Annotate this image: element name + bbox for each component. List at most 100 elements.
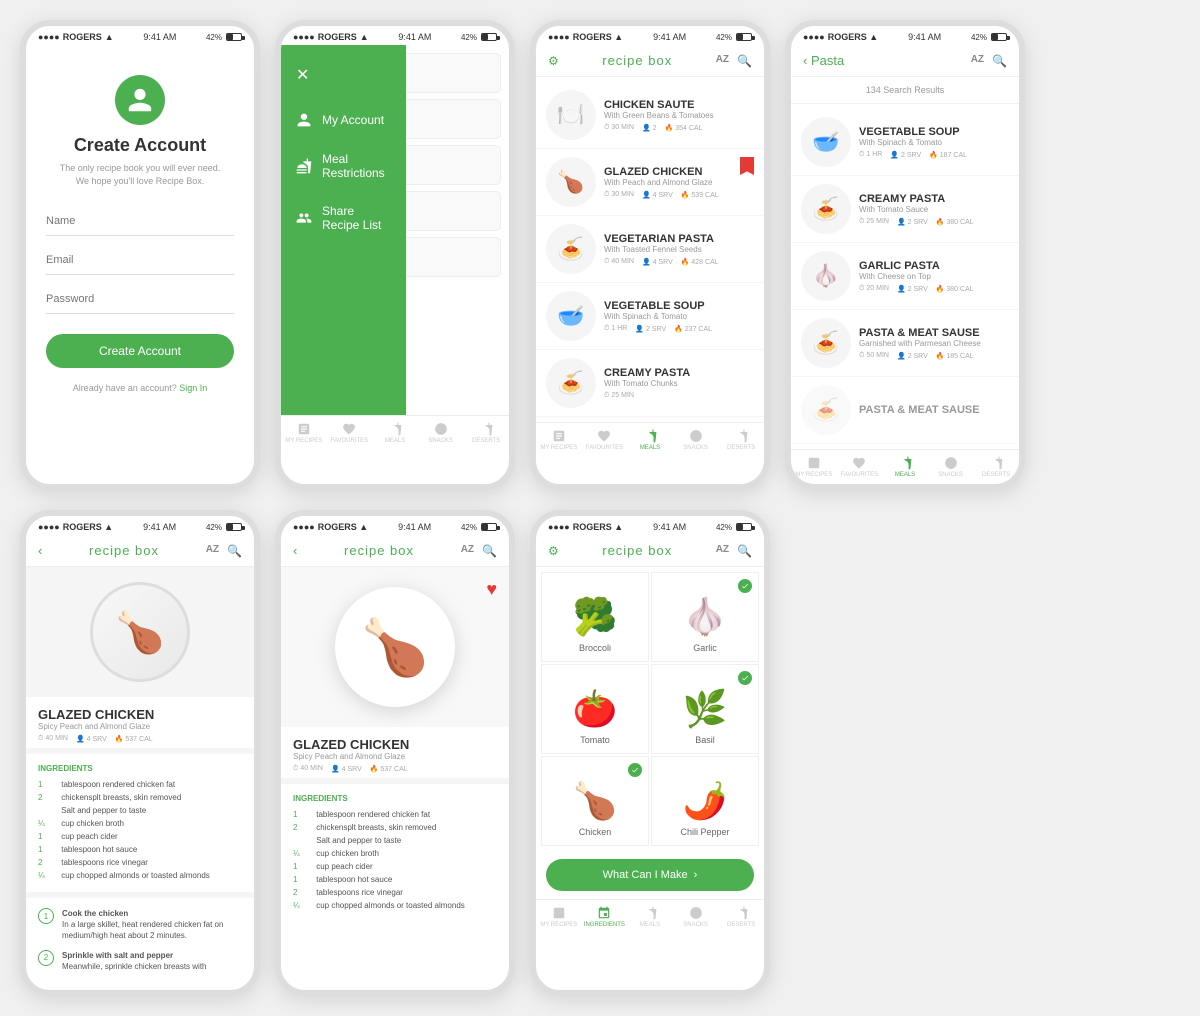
menu-item-meal-restrictions[interactable]: Meal Restrictions bbox=[281, 140, 406, 192]
s7-search-button[interactable]: 🔍 bbox=[737, 544, 752, 558]
basil-label: Basil bbox=[695, 735, 715, 745]
search-veg-soup[interactable]: 🥣 VEGETABLE SOUP With Spinach & Tomato ⏱… bbox=[791, 109, 1019, 176]
s7-app-header: ⚙ recipe box AZ 🔍 bbox=[536, 535, 764, 567]
s4-nav-meals[interactable]: MEALS bbox=[882, 450, 928, 484]
step-1-num: 1 bbox=[38, 908, 54, 924]
s6-search-button[interactable]: 🔍 bbox=[482, 544, 497, 558]
create-account-button[interactable]: Create Account bbox=[46, 334, 234, 368]
what-can-i-make-button[interactable]: What Can I Make › bbox=[546, 859, 754, 891]
s7-nav-deserts[interactable]: DESERTS bbox=[718, 900, 764, 934]
s6-sort-az-icon[interactable]: AZ bbox=[461, 544, 474, 558]
search-creamy-pasta-time: ⏱ 25 MIN bbox=[859, 218, 889, 226]
s7-app-logo: recipe box bbox=[559, 543, 716, 558]
broccoli-icon: 🥦 bbox=[573, 596, 618, 638]
name-input[interactable] bbox=[46, 207, 234, 236]
s7-nav-my-recipes[interactable]: MY RECIPES bbox=[536, 900, 582, 934]
favourite-heart-button[interactable]: ♥ bbox=[486, 579, 497, 600]
veg-soup-time: ⏱ 1 HR bbox=[604, 325, 627, 333]
s4-nav-snacks[interactable]: SNACKS bbox=[928, 450, 974, 484]
step-2: 2 Sprinkle with salt and pepperMeanwhile… bbox=[38, 950, 242, 972]
veg-soup-name: VEGETABLE SOUP bbox=[604, 300, 746, 312]
ingredient-chicken[interactable]: 🍗 Chicken bbox=[541, 756, 649, 846]
s7-battery-icon bbox=[736, 523, 752, 531]
s6-battery: 42% bbox=[461, 523, 497, 532]
chicken-saute-name: CHICKEN SAUTE bbox=[604, 99, 746, 111]
chicken-checkmark bbox=[628, 763, 642, 777]
s7-settings-icon[interactable]: ⚙ bbox=[548, 544, 559, 558]
s4-nav-favourites[interactable]: FAVOURITES bbox=[837, 450, 883, 484]
nav-deserts[interactable]: DESERTS bbox=[463, 416, 509, 450]
ingredient-5: 1 cup peach cider bbox=[38, 830, 242, 843]
ingredient-2: 2 chickensplt breasts, skin removed bbox=[38, 791, 242, 804]
glazed-chicken-cal: 🔥 539 CAL bbox=[681, 191, 719, 199]
screen-create-account: ●●●● ROGERS ▲ 9:41 AM 42% Create Account… bbox=[20, 20, 260, 490]
s4-sort-az-icon[interactable]: AZ bbox=[971, 54, 984, 68]
ingredients-label: INGREDIENTS bbox=[38, 764, 242, 773]
s3-nav-deserts[interactable]: DESERTS bbox=[718, 423, 764, 457]
person-icon bbox=[296, 112, 312, 128]
s4-nav-my-recipes[interactable]: MY RECIPES bbox=[791, 450, 837, 484]
chicken-saute-info: CHICKEN SAUTE With Green Beans & Tomatoe… bbox=[596, 99, 754, 132]
menu-item-my-account[interactable]: My Account bbox=[281, 100, 406, 140]
search-veg-soup-time: ⏱ 1 HR bbox=[859, 151, 882, 159]
s3-nav-meals[interactable]: MEALS bbox=[627, 423, 673, 457]
search-veg-soup-sub: With Spinach & Tomato bbox=[859, 138, 1001, 147]
s5-search-button[interactable]: 🔍 bbox=[227, 544, 242, 558]
s7-nav-meals[interactable]: MEALS bbox=[627, 900, 673, 934]
chicken-saute-time: ⏱ 30 MIN bbox=[604, 124, 634, 132]
search-pasta-meat[interactable]: 🍝 PASTA & MEAT SAUSE Garnished with Parm… bbox=[791, 310, 1019, 377]
s7-nav-snacks[interactable]: SNACKS bbox=[673, 900, 719, 934]
glazed-chicken-name: GLAZED CHICKEN bbox=[604, 166, 746, 178]
s3-nav-meals-label: MEALS bbox=[640, 445, 660, 451]
garlic-label: Garlic bbox=[693, 643, 717, 653]
s3-nav-snacks[interactable]: SNACKS bbox=[673, 423, 719, 457]
nav-snacks[interactable]: SNACKS bbox=[418, 416, 464, 450]
search-pasta-meat2[interactable]: 🍝 PASTA & MEAT SAUSE bbox=[791, 377, 1019, 444]
status-bar-7: ●●●● ROGERS ▲ 9:41 AM 42% bbox=[536, 516, 764, 535]
s7-sort-az-icon[interactable]: AZ bbox=[716, 544, 729, 558]
menu-close-button[interactable]: ✕ bbox=[281, 60, 406, 100]
email-input[interactable] bbox=[46, 246, 234, 275]
search-veg-soup-thumb: 🥣 bbox=[801, 117, 851, 167]
search-creamy-pasta[interactable]: 🍝 CREAMY PASTA With Tomato Sauce ⏱ 25 MI… bbox=[791, 176, 1019, 243]
s4-search-button[interactable]: 🔍 bbox=[992, 54, 1007, 68]
settings-icon[interactable]: ⚙ bbox=[548, 54, 559, 68]
ingredient-chili[interactable]: 🌶️ Chili Pepper bbox=[651, 756, 759, 846]
signin-link[interactable]: Sign In bbox=[179, 383, 207, 393]
ingredient-broccoli[interactable]: 🥦 Broccoli bbox=[541, 572, 649, 662]
glazed-chicken-sub: With Peach and Almond Glaze bbox=[604, 178, 746, 187]
back-label: Pasta bbox=[811, 53, 844, 68]
s3-nav-favourites[interactable]: FAVOURITES bbox=[582, 423, 628, 457]
signal-dots: ●●●● bbox=[38, 32, 60, 42]
menu-item-share[interactable]: Share Recipe List bbox=[281, 192, 406, 244]
nav-my-recipes[interactable]: MY RECIPES bbox=[281, 416, 327, 450]
nav-favourites[interactable]: FAVOURITES bbox=[327, 416, 373, 450]
s6-ingredient-1: 1 tablespoon rendered chicken fat bbox=[293, 808, 497, 821]
recipe-row-veg-pasta[interactable]: 🍝 VEGETARIAN PASTA With Toasted Fennel S… bbox=[536, 216, 764, 283]
recipe-row-veg-soup[interactable]: 🥣 VEGETABLE SOUP With Spinach & Tomato ⏱… bbox=[536, 283, 764, 350]
nav-meals[interactable]: MEALS bbox=[372, 416, 418, 450]
ingredient-tomato[interactable]: 🍅 Tomato bbox=[541, 664, 649, 754]
search-button[interactable]: 🔍 bbox=[737, 54, 752, 68]
s4-nav-deserts[interactable]: DESERTS bbox=[973, 450, 1019, 484]
s5-sort-az-icon[interactable]: AZ bbox=[206, 544, 219, 558]
creamy-pasta-time: ⏱ 25 MIN bbox=[604, 392, 634, 400]
search-pasta-meat-meta: ⏱ 50 MIN 👤 2 SRV 🔥 185 CAL bbox=[859, 352, 1001, 360]
s3-battery-icon bbox=[736, 33, 752, 41]
ingredient-basil[interactable]: 🌿 Basil bbox=[651, 664, 759, 754]
s7-bottom-nav: MY RECIPES INGREDIENTS MEALS SNACKS DESE… bbox=[536, 899, 764, 934]
recipe-row-creamy-pasta[interactable]: 🍝 CREAMY PASTA With Tomato Chunks ⏱ 25 M… bbox=[536, 350, 764, 417]
glazed-chicken-serving: 👤 4 SRV bbox=[642, 191, 673, 199]
recipe-row-chicken-saute[interactable]: 🍽️ CHICKEN SAUTE With Green Beans & Toma… bbox=[536, 82, 764, 149]
s7-nav-ingredients[interactable]: INGREDIENTS bbox=[582, 900, 628, 934]
search-garlic-pasta[interactable]: 🧄 GARLIC PASTA With Cheese on Top ⏱ 20 M… bbox=[791, 243, 1019, 310]
sort-az-icon[interactable]: AZ bbox=[716, 54, 729, 68]
s3-nav-my-recipes[interactable]: MY RECIPES bbox=[536, 423, 582, 457]
back-button[interactable]: ‹ Pasta bbox=[803, 53, 844, 68]
search-pasta-meat-cal: 🔥 185 CAL bbox=[936, 352, 974, 360]
recipe-row-glazed-chicken[interactable]: 🍗 GLAZED CHICKEN With Peach and Almond G… bbox=[536, 149, 764, 216]
password-input[interactable] bbox=[46, 285, 234, 314]
ingredient-garlic[interactable]: 🧄 Garlic bbox=[651, 572, 759, 662]
search-veg-soup-cal: 🔥 187 CAL bbox=[929, 151, 967, 159]
user-avatar-icon bbox=[115, 75, 165, 125]
